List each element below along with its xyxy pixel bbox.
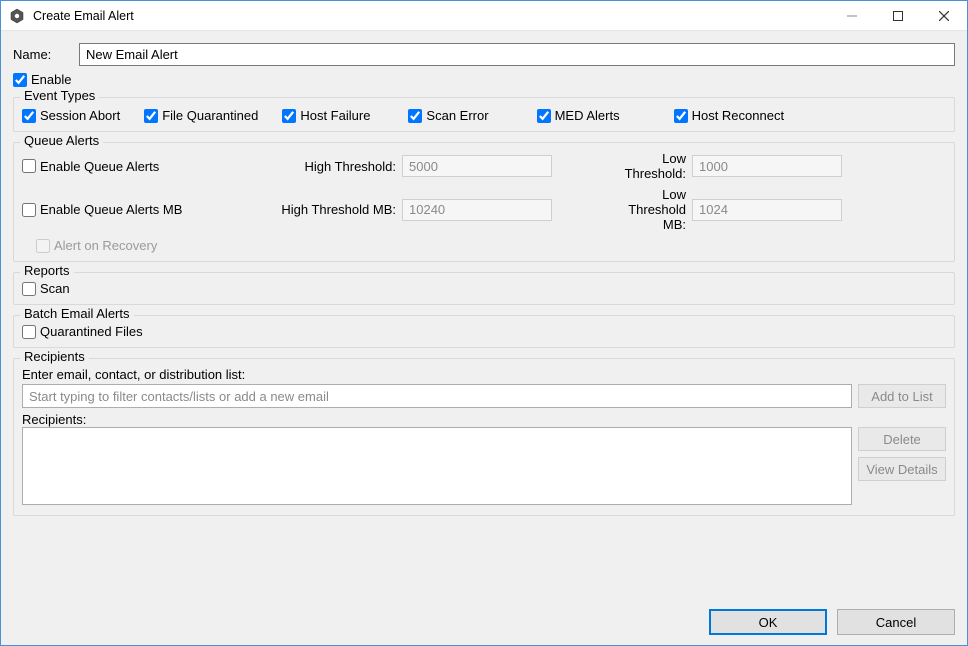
low-threshold-mb-label: Low Threshold MB: (622, 187, 692, 232)
recipients-list-label: Recipients: (22, 412, 946, 427)
close-button[interactable] (921, 1, 967, 30)
name-row: Name: (13, 43, 955, 66)
event-host-failure[interactable]: Host Failure (282, 108, 370, 123)
event-file-quarantined[interactable]: File Quarantined (144, 108, 258, 123)
event-types-legend: Event Types (20, 88, 99, 103)
add-to-list-button[interactable]: Add to List (858, 384, 946, 408)
delete-button[interactable]: Delete (858, 427, 946, 451)
minimize-button[interactable] (829, 1, 875, 30)
app-icon (9, 8, 25, 24)
queue-alerts-fieldset: Queue Alerts Enable Queue Alerts High Th… (13, 142, 955, 262)
high-threshold-mb-input (402, 199, 552, 221)
view-details-button[interactable]: View Details (858, 457, 946, 481)
dialog-content: Name: Enable Event Types Session Abort F… (1, 31, 967, 645)
high-threshold-input (402, 155, 552, 177)
queue-grid: Enable Queue Alerts High Threshold: Low … (22, 151, 946, 253)
reports-legend: Reports (20, 263, 74, 278)
event-med-alerts[interactable]: MED Alerts (537, 108, 620, 123)
enable-label: Enable (31, 72, 71, 87)
cancel-button[interactable]: Cancel (837, 609, 955, 635)
low-threshold-mb-input (692, 199, 842, 221)
batch-quarantined-files[interactable]: Quarantined Files (22, 324, 946, 339)
enable-queue-alerts-mb[interactable]: Enable Queue Alerts MB (22, 202, 262, 217)
reports-scan[interactable]: Scan (22, 281, 946, 296)
name-label: Name: (13, 47, 79, 62)
event-scan-error[interactable]: Scan Error (408, 108, 488, 123)
recipients-enter-label: Enter email, contact, or distribution li… (22, 367, 946, 382)
close-icon (939, 11, 949, 21)
high-threshold-mb-label: High Threshold MB: (262, 202, 402, 217)
event-session-abort[interactable]: Session Abort (22, 108, 120, 123)
event-host-reconnect[interactable]: Host Reconnect (674, 108, 785, 123)
dialog-window: Create Email Alert Name: Enable Event Ty… (0, 0, 968, 646)
window-controls (829, 1, 967, 30)
titlebar: Create Email Alert (1, 1, 967, 31)
name-input[interactable] (79, 43, 955, 66)
high-threshold-label: High Threshold: (262, 159, 402, 174)
maximize-icon (893, 11, 903, 21)
low-threshold-label: Low Threshold: (622, 151, 692, 181)
window-title: Create Email Alert (33, 9, 829, 23)
recipients-legend: Recipients (20, 349, 89, 364)
dialog-footer: OK Cancel (13, 599, 955, 635)
maximize-button[interactable] (875, 1, 921, 30)
recipients-input[interactable] (22, 384, 852, 408)
minimize-icon (847, 11, 857, 21)
recipients-list[interactable] (22, 427, 852, 505)
enable-checkbox-input[interactable] (13, 73, 27, 87)
enable-queue-alerts[interactable]: Enable Queue Alerts (22, 159, 262, 174)
recipients-fieldset: Recipients Enter email, contact, or dist… (13, 358, 955, 516)
queue-alerts-legend: Queue Alerts (20, 133, 103, 148)
batch-email-alerts-fieldset: Batch Email Alerts Quarantined Files (13, 315, 955, 348)
batch-email-alerts-legend: Batch Email Alerts (20, 306, 134, 321)
low-threshold-input (692, 155, 842, 177)
enable-checkbox[interactable]: Enable (13, 72, 955, 87)
alert-on-recovery: Alert on Recovery (36, 238, 852, 253)
reports-fieldset: Reports Scan (13, 272, 955, 305)
event-types-fieldset: Event Types Session Abort File Quarantin… (13, 97, 955, 132)
ok-button[interactable]: OK (709, 609, 827, 635)
event-types-row: Session Abort File Quarantined Host Fail… (22, 108, 946, 123)
